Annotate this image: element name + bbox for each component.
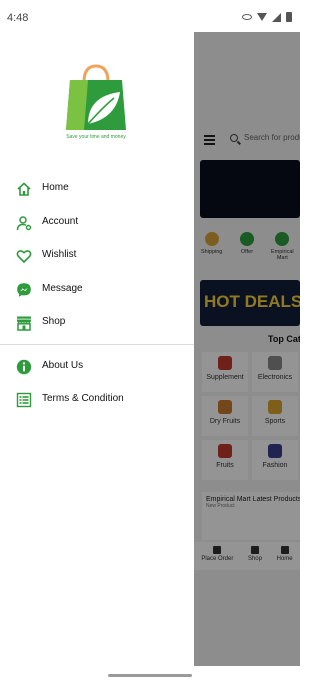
- drawer-scrim[interactable]: [194, 32, 300, 666]
- status-icons: [242, 12, 292, 22]
- menu-divider: [0, 343, 194, 345]
- messenger-icon: [17, 282, 31, 297]
- list-icon: [16, 392, 32, 408]
- wifi-icon: [257, 13, 267, 21]
- menu-item-label: Account: [42, 215, 79, 227]
- menu-item-account[interactable]: Account: [0, 206, 194, 240]
- app-logo: Save your time and money: [66, 64, 126, 140]
- heart-icon: [16, 250, 32, 264]
- drawer-menu: Home Account Wishlist Message Shop About…: [0, 172, 194, 417]
- shop-icon: [16, 316, 32, 331]
- menu-item-label: Home: [42, 182, 69, 193]
- info-icon: [16, 359, 32, 374]
- menu-item-terms[interactable]: Terms & Condition: [0, 383, 194, 417]
- system-nav-bar: [0, 666, 300, 684]
- home-gesture-pill[interactable]: [108, 674, 192, 677]
- menu-item-shop[interactable]: Shop: [0, 306, 194, 340]
- svg-text:Save your time and money: Save your time and money: [66, 134, 126, 140]
- eye-icon: [242, 14, 252, 20]
- menu-item-label: Terms & Condition: [42, 393, 124, 404]
- menu-item-label: Message: [42, 282, 83, 294]
- home-icon: [17, 182, 31, 196]
- menu-item-home[interactable]: Home: [0, 172, 194, 206]
- menu-item-about-us[interactable]: About Us: [0, 350, 194, 384]
- menu-item-label: Shop: [42, 316, 66, 327]
- status-bar: 4:48: [0, 0, 300, 32]
- menu-item-label: About Us: [42, 359, 84, 371]
- battery-icon: [286, 12, 292, 22]
- menu-item-wishlist[interactable]: Wishlist: [0, 239, 194, 273]
- account-icon: [16, 215, 32, 230]
- menu-item-label: Wishlist: [42, 249, 77, 260]
- menu-item-message[interactable]: Message: [0, 273, 194, 307]
- navigation-drawer: Save your time and money Home Account Wi…: [0, 32, 194, 666]
- status-time: 4:48: [7, 12, 29, 24]
- cellular-icon: [272, 12, 281, 22]
